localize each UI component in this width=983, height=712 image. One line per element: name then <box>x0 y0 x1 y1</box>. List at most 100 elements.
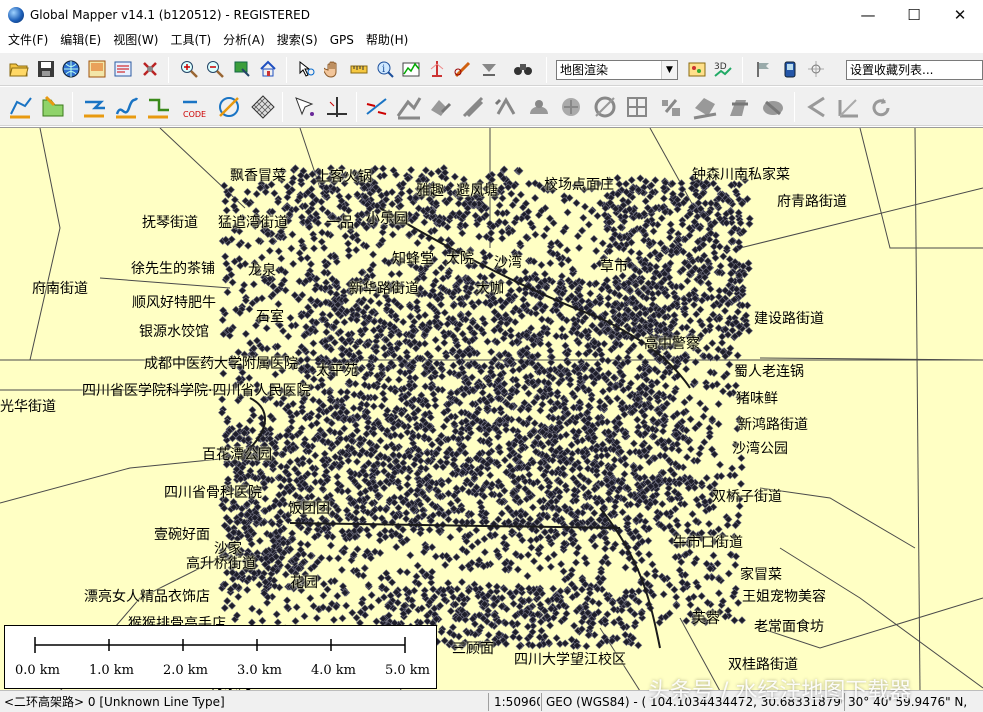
rectangle-grid-icon[interactable] <box>622 91 652 123</box>
reverse-line-icon[interactable] <box>490 91 520 123</box>
map-label: 四川省医学院科学院·四川省人民医院 <box>82 383 311 399</box>
map-label: 双桂路街道 <box>728 657 798 673</box>
web-globe-icon[interactable] <box>58 56 84 82</box>
map-label: 蜀人老连锅 <box>734 364 804 380</box>
map-label: 老常面食坊 <box>754 619 824 635</box>
map-label: 新华路街道 <box>349 281 419 297</box>
select-vertex-icon[interactable] <box>290 91 320 123</box>
palette-icon[interactable] <box>684 56 710 82</box>
gps-track-icon[interactable] <box>803 56 829 82</box>
chevron-down-icon[interactable]: ▼ <box>661 61 677 79</box>
cut-area-icon[interactable] <box>690 91 720 123</box>
map-label: 高中警察 <box>644 336 700 352</box>
filter-dropdown-icon[interactable] <box>476 56 502 82</box>
measure-angle-icon[interactable] <box>834 91 864 123</box>
map-label: 饭团团 <box>288 501 330 517</box>
zoom-in-icon[interactable] <box>176 56 202 82</box>
undo-digitize-icon[interactable] <box>802 91 832 123</box>
map-label: 徐先生的茶铺 <box>131 261 215 277</box>
svg-text:CODE: CODE <box>183 110 206 119</box>
map-label: 银源水饺馆 <box>139 324 209 340</box>
map-label: 沙湾公园 <box>732 441 788 457</box>
flag-icon[interactable] <box>750 56 776 82</box>
pan-hand-icon[interactable] <box>320 56 346 82</box>
feature-info-icon[interactable]: i <box>372 56 398 82</box>
create-buffer-icon[interactable] <box>724 91 754 123</box>
scale-label-5: 5.0 km <box>385 663 431 678</box>
map-label: 避风塘 <box>456 183 498 199</box>
close-button[interactable]: ✕ <box>937 0 983 30</box>
menu-view[interactable]: 视图(W) <box>107 30 164 50</box>
rotate-feature-icon[interactable] <box>458 91 488 123</box>
menu-search[interactable]: 搜索(S) <box>271 30 324 50</box>
menu-file[interactable]: 文件(F) <box>0 30 54 50</box>
map-label: 抚琴街道 <box>142 215 198 231</box>
map-label: 雅趣 <box>416 183 444 199</box>
map-label: 大院 <box>446 251 474 267</box>
scale-bar-graphic <box>34 637 406 653</box>
path-profile-icon[interactable] <box>398 56 424 82</box>
3d-view-icon[interactable]: 3D <box>710 56 736 82</box>
map-label: 府青路街道 <box>777 194 847 210</box>
measure-ruler-icon[interactable] <box>346 56 372 82</box>
map-label: 上客火锅 <box>316 169 372 185</box>
map-label: 光华街道 <box>0 399 56 415</box>
shape-union-icon[interactable] <box>758 91 788 123</box>
svg-text:i: i <box>382 64 385 75</box>
create-line-icon[interactable] <box>80 91 110 123</box>
digitizer-icon[interactable] <box>294 56 320 82</box>
move-vertex-icon[interactable] <box>322 91 352 123</box>
map-label: 顺风好特肥牛 <box>132 295 216 311</box>
create-spline-icon[interactable] <box>112 91 142 123</box>
smooth-feature-icon[interactable] <box>524 91 554 123</box>
map-label: 成都中医药大学附属医院 <box>144 356 298 372</box>
map-layout-icon[interactable] <box>84 56 110 82</box>
config-tools-icon[interactable] <box>137 56 163 82</box>
view-shed-icon[interactable] <box>424 56 450 82</box>
bookmark-select[interactable]: 设置收藏列表... <box>846 60 983 80</box>
menu-gps[interactable]: GPS <box>324 30 360 50</box>
map-label: 小乐园 <box>366 211 408 227</box>
simplify-feature-icon[interactable] <box>556 91 586 123</box>
scale-label-1: 1.0 km <box>89 663 135 678</box>
open-folder-icon[interactable] <box>6 56 32 82</box>
zoom-out-icon[interactable] <box>202 56 228 82</box>
maximize-button[interactable]: ☐ <box>891 0 937 30</box>
globe-app-icon <box>8 7 24 23</box>
combine-areas-icon[interactable] <box>394 91 424 123</box>
create-circle-icon[interactable] <box>590 91 620 123</box>
crop-area-icon[interactable] <box>426 91 456 123</box>
create-polyline-icon[interactable] <box>144 91 174 123</box>
split-line-icon[interactable] <box>362 91 392 123</box>
map-view[interactable]: 飘香冒菜 上客火锅 雅趣 避风塘 校场点面庄 钟森川南私家菜 府青路街道 抚琴街道 猛追湾街道 一… <box>0 127 983 690</box>
edit-feature-icon[interactable] <box>6 91 36 123</box>
gps-device-icon[interactable] <box>777 56 803 82</box>
home-icon[interactable] <box>255 56 281 82</box>
minimize-button[interactable]: — <box>845 0 891 30</box>
status-layer-info: <二环高架路> 0 [Unknown Line Type] <box>4 695 225 709</box>
map-label: 花园 <box>290 575 318 591</box>
line-draw-icon[interactable] <box>450 56 476 82</box>
overlay-control-icon[interactable] <box>110 56 136 82</box>
binoculars-icon[interactable] <box>510 56 536 82</box>
grid-create-icon[interactable] <box>248 91 278 123</box>
create-range-ring-icon[interactable] <box>656 91 686 123</box>
menu-help[interactable]: 帮助(H) <box>360 30 414 50</box>
menu-tools[interactable]: 工具(T) <box>164 30 217 50</box>
menu-analysis[interactable]: 分析(A) <box>217 30 271 50</box>
rotate-left-icon[interactable] <box>866 91 896 123</box>
scale-label-2: 2.0 km <box>163 663 209 678</box>
map-label: 沙家 <box>214 541 242 557</box>
main-toolbar: i 地图渲染 ▼ 3D 设置收藏列表... <box>0 52 983 86</box>
coord-code-icon[interactable]: CODE <box>178 91 208 123</box>
menu-edit[interactable]: 编辑(E) <box>54 30 107 50</box>
scale-label-0: 0.0 km <box>15 663 61 678</box>
window-title: Global Mapper v14.1 (b120512) - REGISTER… <box>30 8 310 22</box>
buffer-circle-icon[interactable] <box>214 91 244 123</box>
scale-bar: 0.0 km 1.0 km 2.0 km 3.0 km 4.0 km 5.0 k… <box>4 625 437 689</box>
render-layer-select[interactable]: 地图渲染 ▼ <box>556 60 678 80</box>
save-icon[interactable] <box>33 56 59 82</box>
zoom-extent-icon[interactable] <box>229 56 255 82</box>
map-label: 四川省骨科医院 <box>164 485 262 501</box>
create-area-icon[interactable] <box>38 91 68 123</box>
